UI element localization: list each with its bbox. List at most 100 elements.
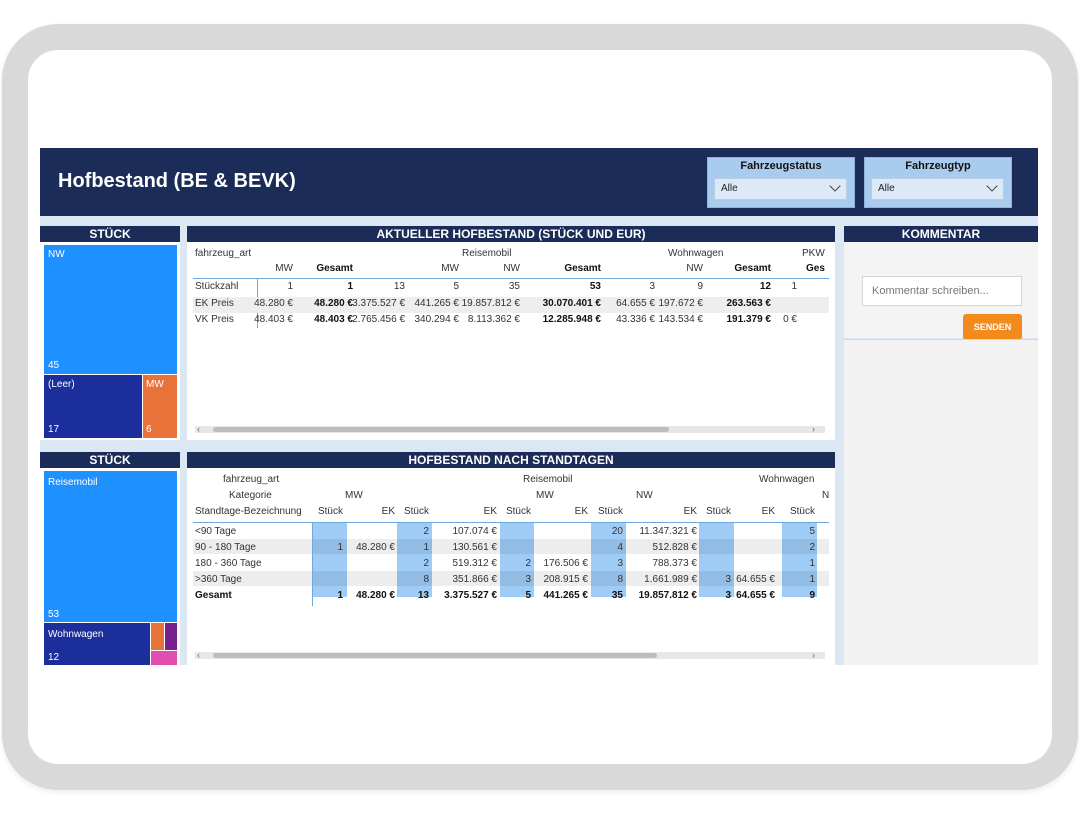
treemap-tile-mw[interactable]: MW 6 (143, 375, 177, 438)
matrix-aktuell: fahrzeug_art Reisemobil Wohnwagen PKW MW… (187, 242, 835, 440)
table-cell: 1 (337, 590, 343, 601)
table-cell: 30.070.401 € (542, 298, 601, 309)
scrollbar-thumb[interactable] (213, 653, 657, 658)
table-cell: 13 (393, 281, 405, 292)
panel-title: STÜCK (40, 452, 180, 468)
table-cell: 351.866 € (452, 574, 498, 585)
table-cell: 8.113.362 € (467, 314, 520, 325)
horizontal-scrollbar[interactable] (195, 426, 825, 433)
table-cell: 0 € (783, 314, 797, 325)
table-cell: 3 (725, 590, 731, 601)
filter-dropdown[interactable]: Alle (871, 178, 1004, 200)
table-cell: 5 (525, 590, 531, 601)
group-header: PKW (802, 248, 825, 259)
tile-label: MW (146, 379, 164, 390)
row-label: EK Preis (195, 298, 234, 309)
sub-header: EK (483, 506, 497, 517)
scroll-left-icon[interactable]: ‹ (197, 650, 200, 660)
col-header: Gesamt (734, 263, 771, 274)
filter-value: Alle (721, 183, 738, 194)
comment-panel: Kommentar schreiben... SENDEN (844, 242, 1038, 340)
sub-header: Stück (505, 506, 531, 517)
table-cell: 197.672 € (658, 298, 704, 309)
table-cell: 48.403 € (314, 314, 353, 325)
table-cell: 35 (611, 590, 623, 601)
col-header: MW (275, 263, 293, 274)
table-cell: 143.534 € (658, 314, 704, 325)
scroll-right-icon[interactable]: › (812, 650, 815, 660)
table-cell: 2 (423, 558, 429, 569)
table-cell: 107.074 € (452, 526, 498, 537)
sub-header: EK (761, 506, 775, 517)
group-header: Wohnwagen (759, 474, 815, 485)
panel-title: STÜCK (40, 226, 180, 242)
send-button[interactable]: SENDEN (963, 314, 1022, 340)
filter-label: Fahrzeugstatus (740, 160, 822, 172)
sub-header: Stück (317, 506, 343, 517)
header-divider (193, 522, 829, 523)
panel-title: KOMMENTAR (844, 226, 1038, 242)
sub-header: Stück (789, 506, 815, 517)
table-cell: 8 (617, 574, 623, 585)
row-header: Kategorie (229, 490, 272, 501)
row-divider (312, 522, 313, 606)
scroll-right-icon[interactable]: › (812, 424, 815, 434)
treemap-tile-small[interactable] (151, 651, 177, 665)
table-cell: 19.857.812 € (461, 298, 520, 309)
treemap-stueck: NW 45 (Leer) 17 MW 6 (40, 242, 180, 440)
table-cell: 48.403 € (254, 314, 293, 325)
table-cell: 1 (809, 558, 815, 569)
table-cell: 8 (423, 574, 429, 585)
treemap-tile-leer[interactable]: (Leer) 17 (44, 375, 142, 438)
row-label: Gesamt (195, 590, 232, 601)
sub-header: Stück (403, 506, 429, 517)
group-header: Reisemobil (523, 474, 573, 485)
row-stripe (193, 571, 829, 586)
treemap-tile-nw[interactable]: NW 45 (44, 245, 177, 374)
comment-input[interactable]: Kommentar schreiben... (862, 276, 1022, 306)
scroll-left-icon[interactable]: ‹ (197, 424, 200, 434)
table-cell: 48.280 € (356, 590, 395, 601)
table-cell: 788.373 € (652, 558, 698, 569)
sub-header: EK (683, 506, 697, 517)
table-cell: 1.661.989 € (644, 574, 697, 585)
table-cell: 19.857.812 € (638, 590, 697, 601)
tile-label: NW (48, 249, 65, 260)
row-header: Standtage-Bezeichnung (195, 506, 302, 517)
category-header: N (822, 490, 830, 501)
filter-dropdown[interactable]: Alle (714, 178, 847, 200)
filter-fahrzeugtyp[interactable]: Fahrzeugtyp Alle (864, 157, 1012, 208)
sub-header: Stück (705, 506, 731, 517)
table-cell: 2 (809, 542, 815, 553)
table-cell: 3 (725, 574, 731, 585)
group-header: Wohnwagen (668, 248, 724, 259)
filter-fahrzeugstatus[interactable]: Fahrzeugstatus Alle (707, 157, 855, 208)
row-header: fahrzeug_art (195, 248, 252, 259)
panel-title: AKTUELLER HOFBESTAND (STÜCK UND EUR) (187, 226, 835, 242)
treemap-tile-wohnwagen[interactable]: Wohnwagen 12 (44, 623, 150, 665)
scrollbar-thumb[interactable] (213, 427, 669, 432)
row-header: fahrzeug_art (223, 474, 280, 485)
treemap-tile-small[interactable] (165, 623, 177, 650)
treemap-tile-small[interactable] (151, 623, 164, 650)
table-cell: 191.379 € (726, 314, 772, 325)
table-cell: 5 (453, 281, 459, 292)
table-cell: 4 (617, 542, 623, 553)
treemap-tile-reisemobil[interactable]: Reisemobil 53 (44, 471, 177, 622)
tile-label: Wohnwagen (48, 629, 104, 640)
comment-list (844, 339, 1038, 665)
horizontal-scrollbar[interactable] (195, 652, 825, 659)
table-cell: 2 (423, 526, 429, 537)
table-cell: 441.265 € (543, 590, 589, 601)
row-label: >360 Tage (195, 574, 242, 585)
treemap-stueck-2: Reisemobil 53 Wohnwagen 12 (40, 468, 180, 665)
matrix-standtage: fahrzeug_art Kategorie Standtage-Bezeich… (187, 468, 835, 665)
table-cell: 48.280 € (254, 298, 293, 309)
col-header: Gesamt (564, 263, 601, 274)
table-cell: 130.561 € (452, 542, 498, 553)
tile-value: 6 (146, 424, 152, 435)
dashboard: Hofbestand (BE & BEVK) Fahrzeugstatus Al… (40, 148, 1038, 665)
sub-header: EK (381, 506, 395, 517)
table-cell: 2 (525, 558, 531, 569)
table-cell: 9 (809, 590, 815, 601)
